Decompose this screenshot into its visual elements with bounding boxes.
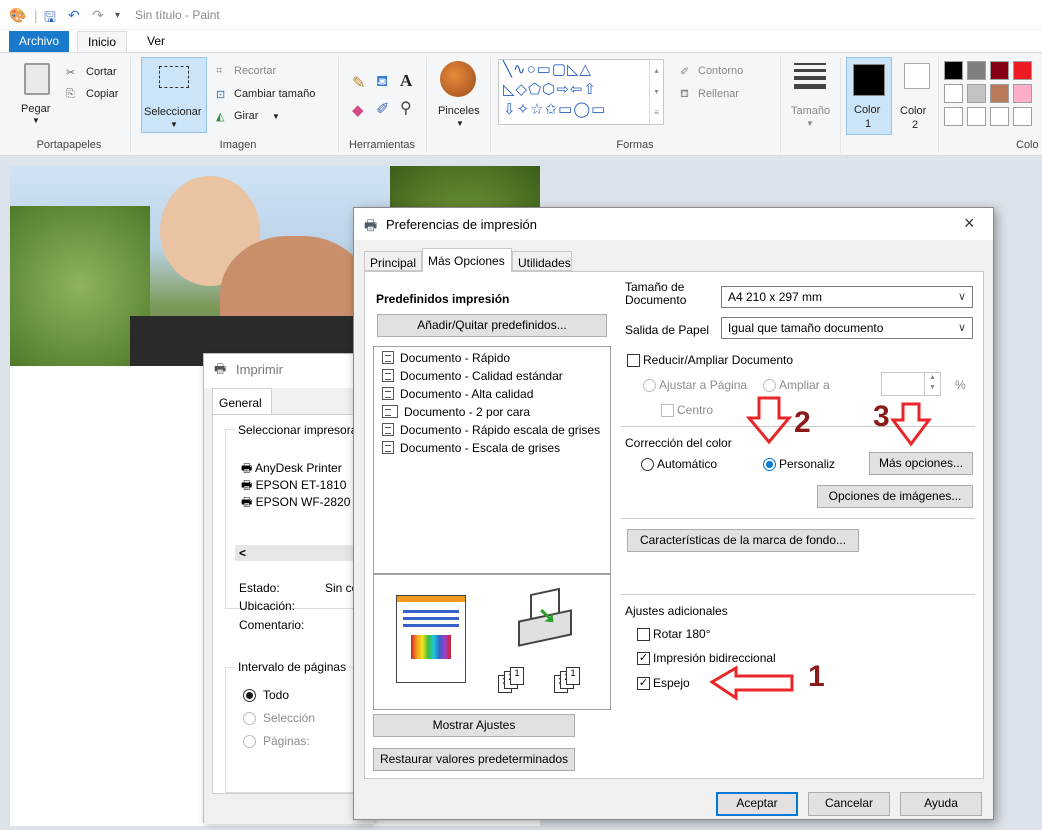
annotation-arrow-down-icon — [890, 402, 932, 447]
tab-more-options[interactable]: Más Opciones — [422, 248, 512, 272]
annotation-arrow-left-icon — [709, 665, 794, 701]
annotation-arrow-down-icon — [745, 396, 793, 445]
annotation-number-2: 2 — [794, 406, 811, 439]
annotation-number-3: 3 — [873, 400, 890, 433]
annotation-number-1: 1 — [808, 660, 825, 693]
